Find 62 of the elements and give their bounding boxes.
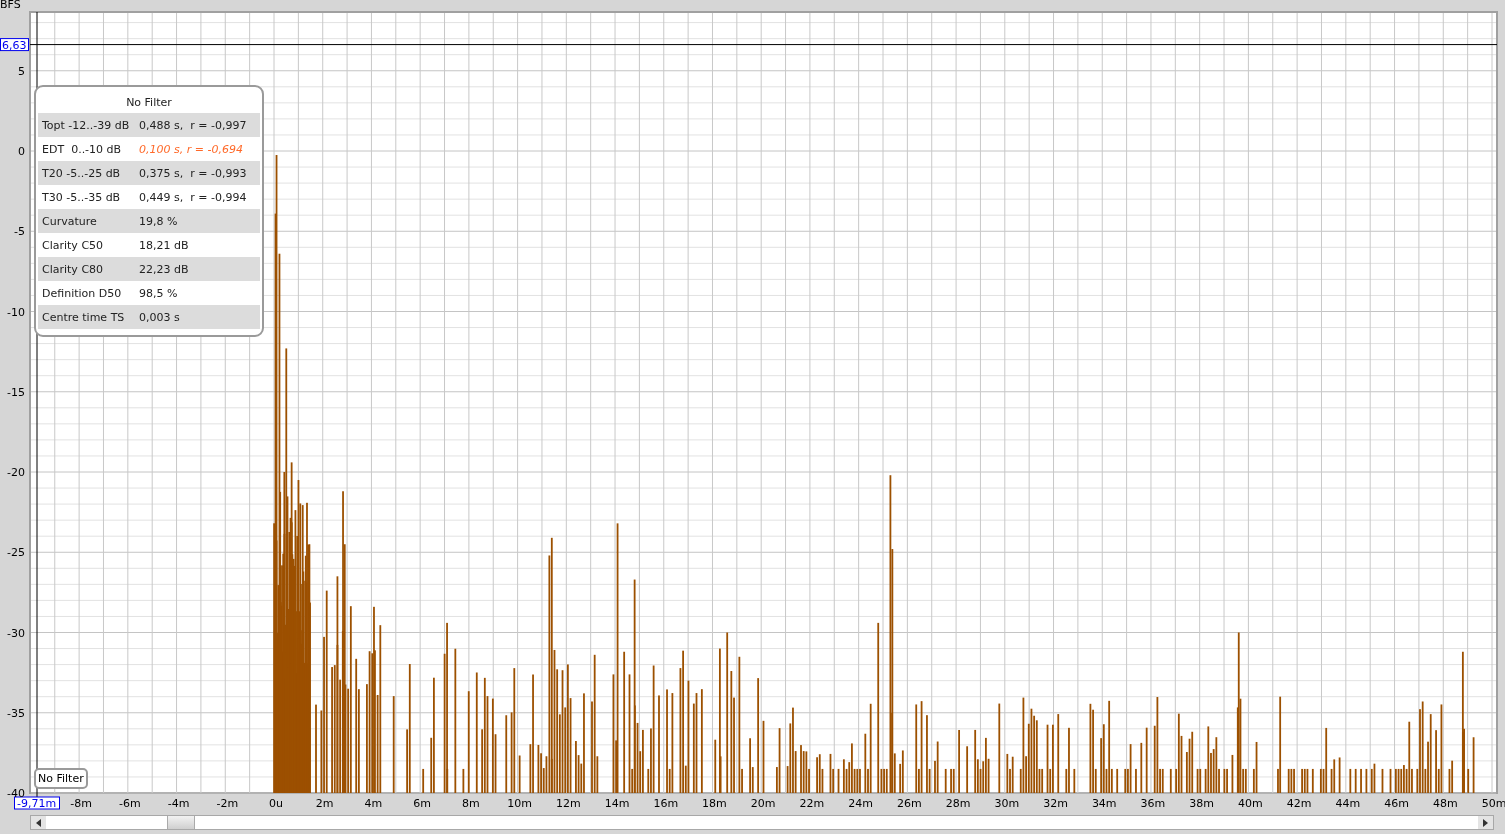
x-tick-label: 16m [653, 797, 679, 810]
x-tick-label: 38m [1189, 797, 1215, 810]
y-tick-label: -5 [14, 225, 25, 239]
x-tick-label: 28m [945, 797, 971, 810]
x-tick-label: 30m [994, 797, 1020, 810]
y-tick-label: -20 [7, 466, 25, 479]
x-tick-label: -6m [119, 797, 141, 810]
x-tick-label: 24m [848, 797, 873, 810]
x-tick-label: 6m [413, 797, 431, 810]
metric-label: Clarity C80 [42, 262, 105, 276]
metric-label: Centre time TS [42, 310, 126, 324]
x-tick-label: 10m [507, 797, 532, 810]
x-tick-label: 0u [269, 797, 283, 810]
x-tick-label: -2m [216, 797, 239, 810]
metric-label: T20 -5..-25 dB [42, 166, 122, 180]
axis-unit-label: BFS [0, 0, 21, 11]
metric-value: 19,8 % [139, 214, 179, 228]
x-tick-label: 22m [799, 797, 825, 810]
y-tick-label: 5 [18, 64, 25, 78]
x-tick-label: 18m [702, 797, 727, 810]
metric-value: 18,21 dB [139, 238, 190, 252]
x-tick-label: -4m [167, 797, 190, 810]
metric-label: Definition D50 [42, 286, 123, 300]
x-tick-label: 4m [364, 797, 383, 810]
x-tick-label: 44m [1335, 797, 1361, 810]
metric-value: 0,003 s [139, 310, 181, 324]
x-tick-label: 12m [555, 797, 581, 810]
metric-value: 0,375 s, r = -0,993 [139, 166, 248, 180]
y-tick-label: -30 [7, 626, 25, 640]
x-tick-label: 32m [1043, 797, 1068, 810]
y-tick-label: -15 [7, 385, 25, 399]
metric-label: T30 -5..-35 dB [42, 190, 122, 204]
y-tick-label: -25 [7, 546, 25, 560]
metric-value: 0,488 s, r = -0,997 [139, 118, 248, 132]
x-tick-label: 2m [315, 797, 334, 810]
x-tick-label: 42m [1286, 797, 1312, 810]
cursor-value-label: -9,71m [14, 796, 60, 810]
y-tick-label: -10 [7, 305, 25, 319]
metric-value: 98,5 % [139, 286, 179, 300]
x-tick-label: 34m [1091, 797, 1117, 810]
x-tick-label: 26m [897, 797, 922, 810]
metric-label: Curvature [42, 214, 98, 228]
cursor-value-label: 6,63 [0, 38, 29, 52]
y-tick-label: 0 [18, 145, 25, 158]
legend-label: No Filter [34, 768, 88, 789]
metric-value: 0,449 s, r = -0,994 [139, 190, 248, 204]
metric-label: Topt -12..-39 dB [42, 118, 131, 132]
x-tick-label: 20m [750, 797, 776, 810]
panel-title: No Filter [125, 95, 173, 111]
x-tick-label: 50m [1481, 797, 1505, 810]
x-tick-label: 8m [462, 797, 480, 810]
x-tick-label: 36m [1140, 797, 1166, 810]
x-tick-label: 46m [1384, 797, 1409, 810]
y-tick-label: -35 [7, 706, 25, 720]
metric-label: Clarity C50 [42, 238, 105, 252]
x-tick-label: 40m [1238, 797, 1263, 810]
x-tick-label: 14m [604, 797, 630, 810]
x-tick-label: -8m [70, 797, 92, 810]
metric-label: EDT 0..-10 dB [42, 142, 123, 156]
x-tick-label: 48m [1432, 797, 1458, 810]
metric-value: 0,100 s, r = -0,694 [139, 142, 244, 156]
metric-value: 22,23 dB [139, 262, 190, 276]
